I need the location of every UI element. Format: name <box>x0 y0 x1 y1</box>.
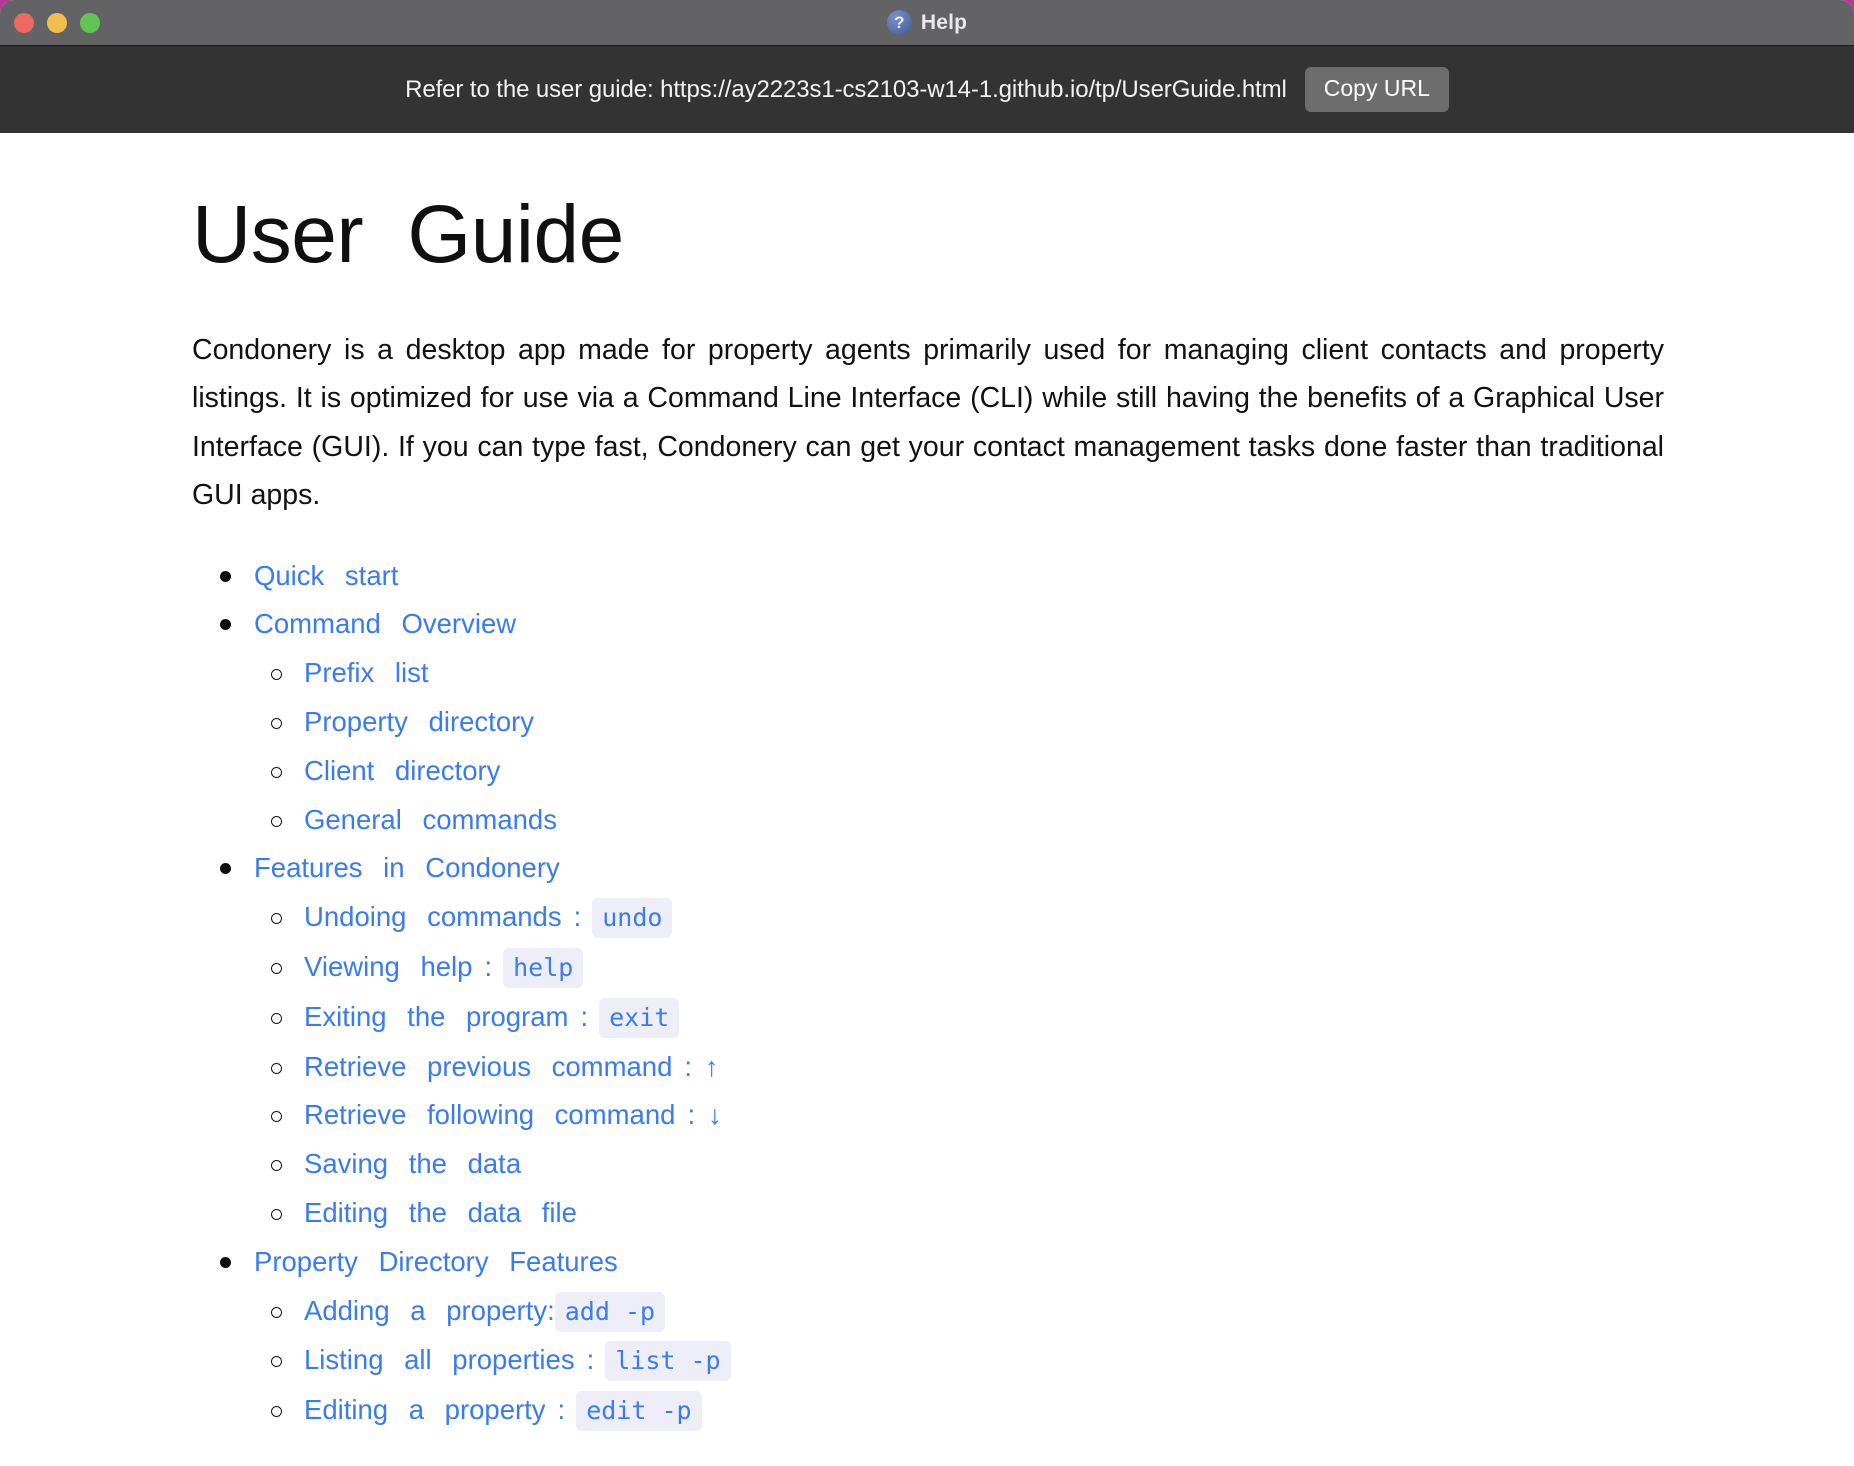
bullet-hollow-icon <box>271 1012 282 1024</box>
toc-item: Property directory <box>266 698 1662 747</box>
page-title: User Guide <box>192 189 624 280</box>
bullet-hollow-icon <box>271 1306 282 1318</box>
toc-link[interactable]: Listing all properties <box>304 1344 575 1375</box>
toc-item: Property Directory Features <box>216 1238 1662 1287</box>
toc-link[interactable]: Command Overview <box>254 608 516 639</box>
toc-separator: : <box>573 901 582 933</box>
bullet-hollow-icon <box>271 962 282 974</box>
toc-link[interactable]: General commands <box>304 804 557 835</box>
help-window: ? Help Refer to the user guide: https://… <box>0 0 1854 1466</box>
bullet-hollow-icon <box>271 1160 282 1172</box>
toc-item: Retrieve following command: ↓ <box>266 1091 1662 1140</box>
toc-link[interactable]: Property directory <box>304 706 534 737</box>
bullet-filled-icon <box>220 863 231 875</box>
user-guide-url-text: Refer to the user guide: https://ay2223s… <box>405 75 1287 103</box>
bullet-filled-icon <box>220 570 231 582</box>
table-of-contents: Quick start Command Overview Prefix list Pr… <box>192 552 1662 1436</box>
user-guide-url-bar: Refer to the user guide: https://ay2223s… <box>0 46 1854 133</box>
toc-link[interactable]: Editing the data file <box>304 1197 577 1228</box>
arrow-down-icon: ↓ <box>708 1100 722 1131</box>
window-controls <box>14 0 100 45</box>
maximize-window-button[interactable] <box>80 12 100 33</box>
arrow-up-icon: ↑ <box>705 1051 719 1082</box>
question-mark-circle-icon: ? <box>886 10 912 35</box>
toc-item: Saving the data <box>266 1140 1662 1189</box>
user-guide-content: User Guide Condonery is a desktop app ma… <box>0 133 1854 1466</box>
toc-item: Undoing commands: undo <box>266 893 1662 943</box>
bullet-hollow-icon <box>271 766 282 778</box>
toc-link[interactable]: Retrieve previous command <box>304 1051 672 1082</box>
toc-item: Command Overview <box>216 600 1662 649</box>
bullet-hollow-icon <box>271 913 282 925</box>
toc-item: Viewing help: help <box>266 943 1662 993</box>
bullet-hollow-icon <box>271 1356 282 1368</box>
toc-link[interactable]: Client directory <box>304 755 500 786</box>
intro-paragraph: Condonery is a desktop app made for prop… <box>192 333 1664 512</box>
window-title-group: ? Help <box>0 0 1854 45</box>
command-code-chip: exit <box>599 997 680 1038</box>
toc-sublist: Adding a property: add -p Listing all prop… <box>216 1287 1662 1436</box>
toc-link[interactable]: Viewing help <box>304 951 472 982</box>
toc-link[interactable]: Saving the data <box>304 1148 521 1179</box>
window-title-bar: ? Help <box>0 0 1854 46</box>
bullet-hollow-icon <box>271 717 282 729</box>
bullet-hollow-icon <box>271 1406 282 1418</box>
command-code-chip: help <box>503 947 584 988</box>
toc-link[interactable]: Quick start <box>254 560 398 591</box>
toc-separator: : <box>557 1394 566 1426</box>
toc-sublist: Prefix list Property directory Client dire… <box>216 649 1662 844</box>
toc-item: Exiting the program: exit <box>266 993 1662 1043</box>
toc-sublist-wrapper: Undoing commands: undo Viewing help: help Ex… <box>216 893 1662 1238</box>
toc-link[interactable]: Features in Condonery <box>254 852 560 883</box>
command-code-chip: list -p <box>605 1341 731 1382</box>
toc-separator: : <box>684 1050 693 1082</box>
toc-sublist-wrapper: Adding a property: add -p Listing all prop… <box>216 1287 1662 1436</box>
toc-separator: : <box>580 1000 589 1032</box>
toc-sublist: Undoing commands: undo Viewing help: help Ex… <box>216 893 1662 1238</box>
window-title: Help <box>920 10 968 34</box>
toc-separator: : <box>484 950 493 982</box>
toc-item: Client directory <box>266 747 1662 796</box>
toc-item: Features in Condonery <box>216 844 1662 893</box>
copy-url-button[interactable]: Copy URL <box>1304 67 1449 112</box>
command-code-chip: undo <box>592 898 673 939</box>
bullet-hollow-icon <box>271 1208 282 1220</box>
toc-link[interactable]: Property Directory Features <box>254 1246 618 1277</box>
toc-link[interactable]: Retrieve following command <box>304 1099 675 1130</box>
toc-separator: : <box>687 1099 696 1131</box>
bullet-hollow-icon <box>271 1111 282 1123</box>
toc-item: Prefix list <box>266 649 1662 698</box>
toc-link[interactable]: Editing a property <box>304 1394 546 1425</box>
toc-link[interactable]: Exiting the program <box>304 1001 568 1032</box>
toc-item: Listing all properties: list -p <box>266 1336 1662 1386</box>
close-window-button[interactable] <box>14 12 34 33</box>
toc-item: Quick start <box>216 552 1662 601</box>
bullet-hollow-icon <box>271 815 282 827</box>
toc-item: Editing a property: edit -p <box>266 1386 1662 1436</box>
toc-link[interactable]: Adding a property: <box>304 1295 555 1326</box>
bullet-filled-icon <box>220 619 231 631</box>
command-code-chip: add -p <box>554 1291 666 1332</box>
toc-item: Editing the data file <box>266 1189 1662 1238</box>
toc-separator: : <box>586 1344 595 1376</box>
minimize-window-button[interactable] <box>47 12 67 33</box>
command-code-chip: edit -p <box>576 1391 702 1432</box>
toc-sublist-wrapper: Prefix list Property directory Client dire… <box>216 649 1662 844</box>
toc-link[interactable]: Undoing commands <box>304 901 562 932</box>
toc-item: Adding a property: add -p <box>266 1287 1662 1337</box>
toc-link[interactable]: Prefix list <box>304 657 429 688</box>
toc-item: Retrieve previous command: ↑ <box>266 1043 1662 1092</box>
bullet-hollow-icon <box>271 669 282 681</box>
bullet-filled-icon <box>220 1256 231 1268</box>
toc-item: General commands <box>266 796 1662 845</box>
bullet-hollow-icon <box>271 1062 282 1074</box>
